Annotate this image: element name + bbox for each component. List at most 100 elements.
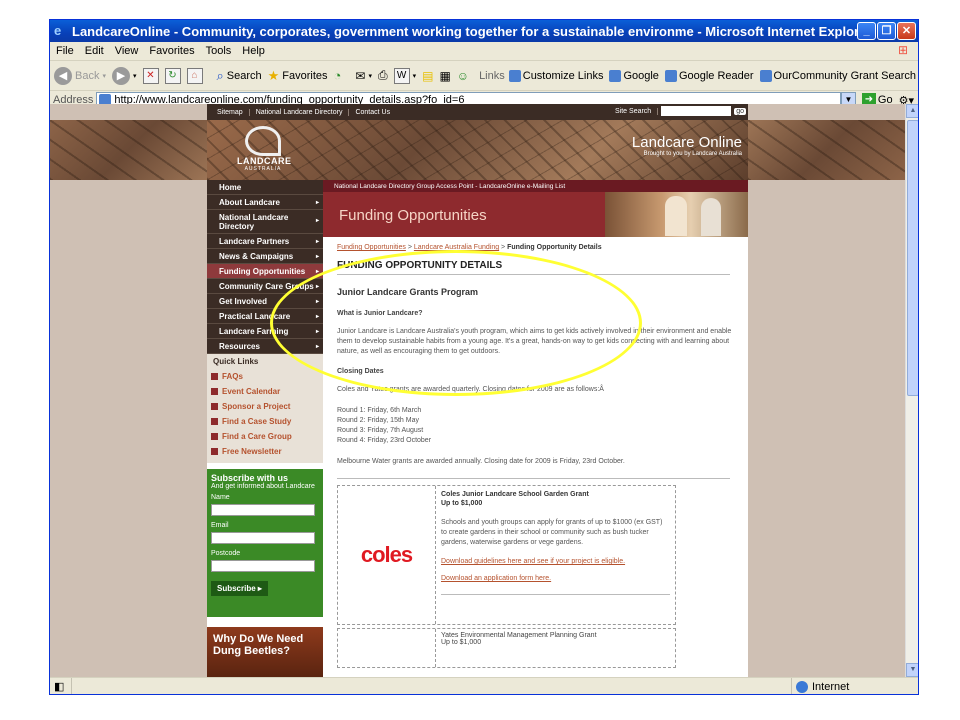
quick-link-care-group[interactable]: Find a Care Group	[207, 429, 323, 444]
nav-practical[interactable]: Practical Landcare ▸	[207, 309, 323, 324]
link-customize[interactable]: Customize Links	[508, 69, 603, 82]
back-button[interactable]: ◀ Back ▾	[54, 66, 106, 85]
stop-icon: ✕	[142, 67, 159, 84]
quick-link-faqs[interactable]: FAQs	[207, 369, 323, 384]
quick-link-sponsor[interactable]: Sponsor a Project	[207, 399, 323, 414]
left-column: Home About Landcare ▸ National Landcare D…	[207, 180, 323, 677]
forward-button[interactable]: ▶ ▾	[111, 66, 137, 85]
what-text: Junior Landcare is Landcare Australia's …	[337, 328, 732, 355]
mail-button[interactable]: ✉ ▾	[355, 69, 372, 83]
chevron-right-icon: ▸	[315, 283, 319, 290]
forward-arrow-icon: ▶	[111, 66, 130, 85]
quick-links: Quick Links FAQs Event Calendar Sponsor …	[207, 354, 323, 463]
guidelines-link[interactable]: Download guidelines here and see if your…	[441, 558, 670, 565]
directory-ribbon[interactable]: National Landcare Directory Group Access…	[323, 180, 748, 192]
breadcrumb-current: Funding Opportunity Details	[507, 244, 602, 251]
nav-home[interactable]: Home	[207, 180, 323, 195]
menu-view[interactable]: View	[115, 45, 139, 57]
menu-file[interactable]: File	[56, 45, 74, 57]
dung-beetles-promo[interactable]: Why Do We Need Dung Beetles?	[207, 627, 323, 677]
nav-about[interactable]: About Landcare ▸	[207, 195, 323, 210]
scroll-down-arrow-icon[interactable]: ▼	[906, 663, 918, 677]
subscribe-email-field[interactable]	[211, 531, 315, 544]
history-icon: ◔	[333, 68, 342, 83]
menu-favorites[interactable]: Favorites	[149, 45, 194, 57]
grant-logo-cell	[338, 629, 436, 667]
quick-link-calendar[interactable]: Event Calendar	[207, 384, 323, 399]
menu-help[interactable]: Help	[242, 45, 265, 57]
vertical-scrollbar[interactable]: ▲ ▼	[905, 104, 918, 677]
history-button[interactable]: ◔	[334, 68, 342, 83]
application-form-link[interactable]: Download an application form here.	[441, 575, 670, 582]
subscribe-name-field[interactable]	[211, 503, 315, 516]
chevron-right-icon: ▸	[315, 313, 319, 320]
topnav-sitemap[interactable]: Sitemap	[211, 108, 250, 116]
bullet-icon	[211, 373, 218, 380]
closing-text: Coles and Yates grants are awarded quart…	[337, 386, 604, 393]
home-button[interactable]: ⌂	[186, 67, 203, 84]
discuss-button[interactable]: ▤	[422, 69, 433, 83]
research-button[interactable]: ▦	[439, 69, 450, 83]
quick-link-newsletter[interactable]: Free Newsletter	[207, 444, 323, 459]
page-status-icon: ◧	[50, 678, 72, 694]
site-search-label: Site Search	[609, 107, 659, 115]
links-label: Links	[479, 69, 505, 82]
nav-news[interactable]: News & Campaigns ▸	[207, 249, 323, 264]
round-4: Round 4: Friday, 23rd October	[337, 437, 432, 444]
messenger-button[interactable]: ☺	[457, 69, 469, 83]
nav-directory[interactable]: National Landcare Directory ▸	[207, 210, 323, 234]
scroll-thumb[interactable]	[907, 120, 918, 396]
maximize-button[interactable]: ❐	[877, 22, 896, 40]
website: Sitemap National Landcare Directory Cont…	[207, 104, 748, 677]
window-title: LandcareOnline - Community, corporates, …	[72, 23, 857, 39]
stop-button[interactable]: ✕	[142, 67, 159, 84]
home-icon: ⌂	[186, 67, 203, 84]
chevron-right-icon: ▸	[315, 199, 319, 206]
subscribe-button[interactable]: Subscribe ▸	[211, 581, 268, 596]
nav-funding[interactable]: Funding Opportunities ▸	[207, 264, 323, 279]
menu-tools[interactable]: Tools	[206, 45, 232, 57]
search-button[interactable]: ⌕ Search	[217, 68, 262, 84]
topnav-directory[interactable]: National Landcare Directory	[250, 108, 350, 116]
bullet-icon	[211, 433, 218, 440]
print-icon: ⎙	[377, 68, 388, 82]
main-content: National Landcare Directory Group Access…	[323, 180, 748, 677]
site-search: Site Search go	[609, 106, 746, 116]
menu-bar: File Edit View Favorites Tools Help ⊞	[50, 42, 918, 61]
topnav-contact[interactable]: Contact Us	[349, 109, 396, 116]
nav-get-involved[interactable]: Get Involved ▸	[207, 294, 323, 309]
hero-title: Funding Opportunities	[339, 207, 487, 224]
menu-edit[interactable]: Edit	[85, 45, 104, 57]
link-google-reader[interactable]: Google Reader	[664, 69, 754, 82]
subscribe-desc: And get informed about Landcare	[211, 483, 315, 490]
round-1: Round 1: Friday, 6th March	[337, 407, 422, 414]
landcare-logo[interactable]: LANDCARE AUSTRALIA	[237, 126, 291, 176]
quick-link-case-study[interactable]: Find a Case Study	[207, 414, 323, 429]
nav-community[interactable]: Community Care Groups ▸	[207, 279, 323, 294]
favorites-button[interactable]: ★ Favorites	[268, 68, 328, 84]
messenger-icon: ☺	[456, 68, 470, 83]
nav-partners[interactable]: Landcare Partners ▸	[207, 234, 323, 249]
scroll-up-arrow-icon[interactable]: ▲	[906, 104, 918, 118]
nav-farming[interactable]: Landcare Farming ▸	[207, 324, 323, 339]
grant-info: Yates Environmental Management Planning …	[436, 629, 675, 667]
link-google[interactable]: Google	[609, 69, 659, 82]
link-ourcommunity[interactable]: OurCommunity Grant Search	[759, 69, 916, 82]
breadcrumb-landcare-funding[interactable]: Landcare Australia Funding	[414, 244, 499, 251]
nav-resources[interactable]: Resources ▸	[207, 339, 323, 354]
minimize-button[interactable]: _	[857, 22, 876, 40]
edit-button[interactable]: W ▾	[393, 67, 416, 84]
bullet-icon	[211, 388, 218, 395]
print-button[interactable]: ⎙	[378, 68, 388, 83]
security-zone: Internet	[792, 680, 849, 693]
breadcrumb-funding[interactable]: Funding Opportunities	[337, 244, 406, 251]
site-search-input[interactable]	[661, 106, 732, 116]
subscribe-box: Subscribe with us And get informed about…	[207, 469, 323, 617]
subscribe-postcode-field[interactable]	[211, 559, 315, 572]
refresh-button[interactable]: ↻	[164, 67, 181, 84]
program-title: Junior Landcare Grants Program	[337, 287, 479, 297]
site-search-go[interactable]: go	[734, 107, 746, 115]
site-brand: Landcare Online Brought to you by Landca…	[631, 134, 742, 157]
close-button[interactable]: ✕	[897, 22, 916, 40]
status-bar: ◧ Internet	[50, 677, 918, 694]
